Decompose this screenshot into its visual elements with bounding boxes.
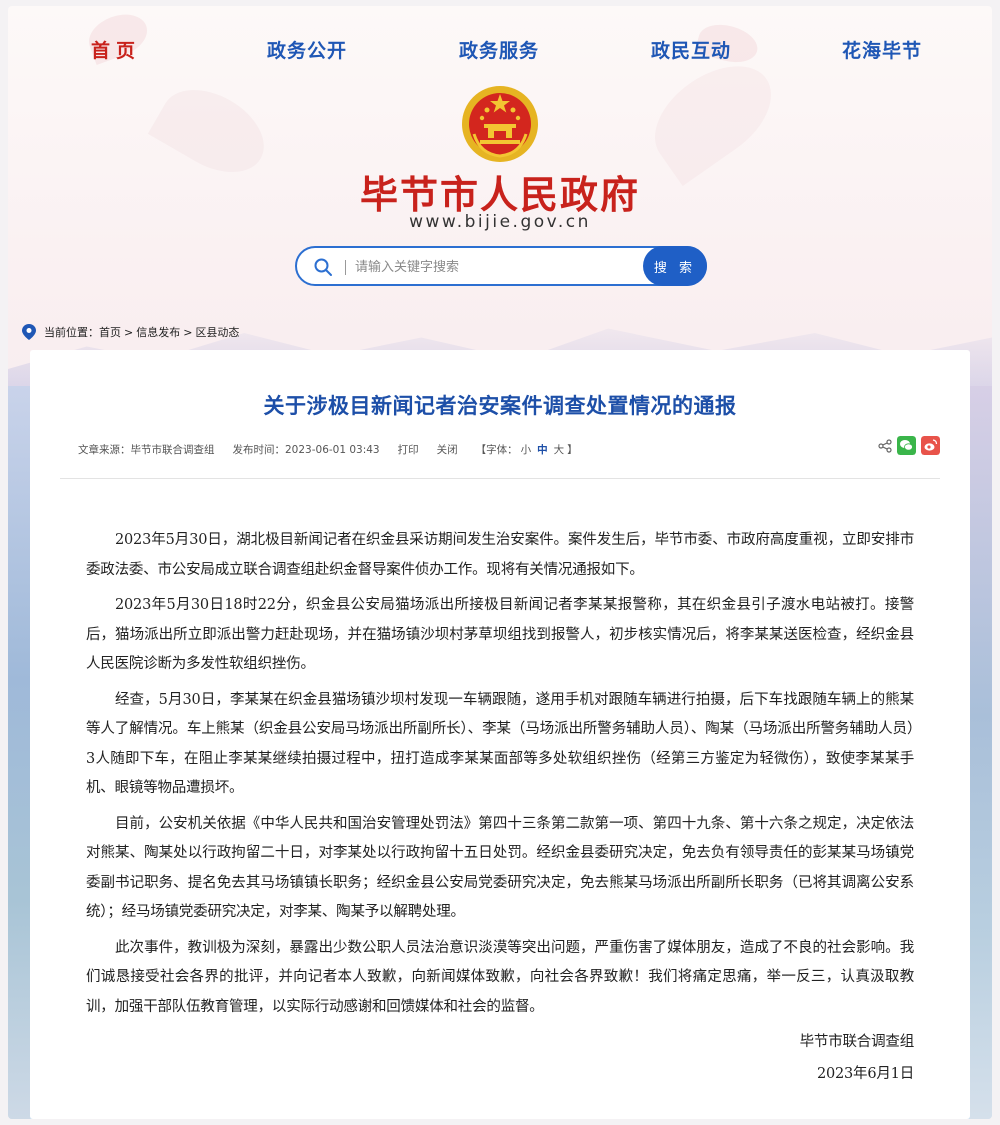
article-title: 关于涉极目新闻记者治安案件调查处置情况的通报 [263,394,737,418]
breadcrumb-prefix: 当前位置： [44,326,99,339]
top-nav: 首页 政务公开 政务服务 政民互动 花海毕节 [8,36,992,66]
location-pin-icon [22,324,36,340]
share-bar [878,436,940,455]
article-publish-time: 发布时间：2023-06-01 03:43 [232,444,380,456]
share-icon[interactable] [878,438,892,453]
font-size-small[interactable]: 小 [521,442,532,457]
article-card: 关于涉极目新闻记者治安案件调查处置情况的通报 文章来源：毕节市联合调查组 发布时… [30,350,970,1119]
close-link[interactable]: 关闭 [437,442,458,457]
article-meta: 文章来源：毕节市联合调查组 发布时间：2023-06-01 03:43 打印 关… [78,442,578,457]
article-body: 2023年5月30日，湖北极目新闻记者在织金县采访期间发生治安案件。案件发生后，… [86,526,914,1089]
site-title: 毕节市人民政府 [359,172,640,217]
article-paragraph: 此次事件，教训极为深刻，暴露出少数公职人员法治意识淡漠等突出问题，严重伤害了媒体… [86,939,914,1015]
breadcrumb-separator: > [183,325,193,339]
font-size-medium[interactable]: 中 [537,442,548,457]
article-date: 2023年6月1日 [816,1065,914,1082]
breadcrumb-home[interactable]: 首页 [99,324,121,340]
article-paragraph: 2023年5月30日18时22分，织金县公安局猫场派出所接极目新闻记者李某某报警… [86,597,914,672]
wechat-icon[interactable] [897,436,916,455]
search-input[interactable] [353,254,627,280]
breadcrumb-news[interactable]: 信息发布 [136,324,180,340]
nav-item-home[interactable]: 首页 [91,36,141,63]
breadcrumb: 当前位置： 首页 > 信息发布 > 区县动态 [22,322,239,342]
font-size-large[interactable]: 大 [554,442,565,457]
article-paragraph: 目前，公安机关依据《中华人民共和国治安管理处罚法》第四十三条第二款第一项、第四十… [86,815,914,921]
meta-divider [60,478,940,479]
article-paragraph: 2023年5月30日，湖北极目新闻记者在织金县采访期间发生治安案件。案件发生后，… [86,532,914,578]
national-emblem-icon [462,86,538,162]
breadcrumb-separator: > [124,325,134,339]
nav-item-flower-sea-bijie[interactable]: 花海毕节 [842,36,922,63]
article-source: 文章来源：毕节市联合调查组 [78,444,215,456]
search-bar: 搜 索 [295,246,707,286]
search-button[interactable]: 搜 索 [643,246,707,286]
page-background: 首页 政务公开 政务服务 政民互动 花海毕节 毕节市人民政府 www.bijie… [8,6,992,1119]
nav-item-government-affairs[interactable]: 政务公开 [267,36,347,63]
search-icon [314,258,332,276]
nav-item-government-services[interactable]: 政务服务 [459,36,539,63]
article-signature: 毕节市联合调查组 [799,1034,915,1050]
print-link[interactable]: 打印 [398,442,419,457]
site-url: www.bijie.gov.cn [409,212,591,232]
weibo-icon[interactable] [921,436,940,455]
nav-item-public-interaction[interactable]: 政民互动 [651,36,731,63]
decorative-side-left [8,386,30,1119]
search-divider [345,260,346,275]
decorative-side-right [970,386,992,1119]
breadcrumb-county-news[interactable]: 区县动态 [195,324,239,340]
font-size-label-end: 】 [567,444,578,456]
font-size-label: 【字体： [475,444,518,456]
article-paragraph: 经查，5月30日，李某某在织金县猫场镇沙坝村发现一车辆跟随，遂用手机对跟随车辆进… [86,691,914,797]
